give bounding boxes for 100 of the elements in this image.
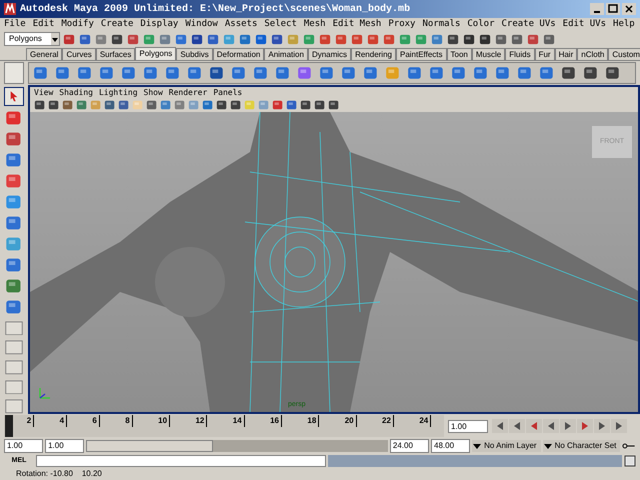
range-slider[interactable] <box>86 440 388 452</box>
menu-item[interactable]: Modify <box>61 18 94 32</box>
tool-icon[interactable] <box>463 32 476 46</box>
menu-item[interactable]: Display <box>140 18 178 32</box>
menu-item[interactable]: Select <box>264 18 297 32</box>
shelf-tab[interactable]: Rendering <box>351 48 396 60</box>
playback-icon[interactable] <box>560 419 576 433</box>
shelf-icon[interactable] <box>517 65 533 81</box>
shelf-icon[interactable] <box>143 65 159 81</box>
range-slider-bar[interactable] <box>86 440 213 452</box>
character-set-dropdown[interactable]: No Character Set <box>542 440 620 452</box>
playback-start-field[interactable]: 1.00 <box>45 439 84 453</box>
layout-icon[interactable] <box>4 380 24 394</box>
shelf-tab[interactable]: PaintEffects <box>396 48 447 60</box>
menu-item[interactable]: Normals <box>422 18 460 32</box>
panel-tool-icon[interactable] <box>34 99 46 111</box>
tool-icon[interactable] <box>111 32 124 46</box>
end-time-field[interactable]: 48.00 <box>431 439 470 453</box>
tool-icon[interactable] <box>511 32 524 46</box>
panel-tool-icon[interactable] <box>230 99 242 111</box>
shelf-tab[interactable]: Animation <box>264 48 308 60</box>
shelf-tab[interactable]: Subdivs <box>176 48 213 60</box>
menu-item[interactable]: File <box>4 18 26 32</box>
tool-icon[interactable] <box>63 32 76 46</box>
shelf-icon[interactable] <box>363 65 379 81</box>
menu-item[interactable]: Edit UVs <box>562 18 606 32</box>
shelf-icon[interactable] <box>275 65 291 81</box>
panel-tool-icon[interactable] <box>118 99 130 111</box>
panel-tool-icon[interactable] <box>104 99 116 111</box>
panel-menu-item[interactable]: Panels <box>213 86 242 98</box>
shelf-tab[interactable]: Fur <box>534 48 555 60</box>
shelf-tab[interactable]: Toon <box>446 48 472 60</box>
layout-icon[interactable] <box>4 340 24 355</box>
panel-tool-icon[interactable] <box>62 99 74 111</box>
panel-tool-icon[interactable] <box>328 99 340 111</box>
key-icon[interactable] <box>622 441 636 451</box>
shelf-icon[interactable] <box>33 65 49 81</box>
playback-icon[interactable] <box>611 419 627 433</box>
tool-icon[interactable] <box>255 32 268 46</box>
menu-set-dropdown[interactable]: Polygons <box>4 32 60 46</box>
shelf-icon[interactable] <box>209 65 225 81</box>
shelf-icon[interactable] <box>253 65 269 81</box>
shelf-icon[interactable] <box>473 65 489 81</box>
playback-icon[interactable] <box>526 419 542 433</box>
close-icon[interactable] <box>622 3 636 15</box>
panel-menu-item[interactable]: Shading <box>59 86 93 98</box>
playback-icon[interactable] <box>543 419 559 433</box>
anim-layer-dropdown[interactable]: No Anim Layer <box>472 440 541 452</box>
shelf-tab[interactable]: Deformation <box>212 48 264 60</box>
panel-tool-icon[interactable] <box>314 99 326 111</box>
panel-tool-icon[interactable] <box>300 99 312 111</box>
shelf-icon[interactable] <box>319 65 335 81</box>
panel-menu-item[interactable]: Show <box>144 86 163 98</box>
tool-icon[interactable] <box>271 32 284 46</box>
tool-icon[interactable] <box>191 32 204 46</box>
panel-tool-icon[interactable] <box>146 99 158 111</box>
menu-item[interactable]: Help <box>613 18 635 32</box>
layout-icon[interactable] <box>4 360 24 375</box>
maximize-icon[interactable] <box>606 3 620 15</box>
panel-tool-icon[interactable] <box>202 99 214 111</box>
command-input[interactable] <box>36 455 326 467</box>
panel-tool-icon[interactable] <box>48 99 60 111</box>
shelf-icon[interactable] <box>583 65 599 81</box>
tool-icon[interactable] <box>543 32 556 46</box>
shelf-tab[interactable]: Muscle <box>472 48 506 60</box>
shelf-tab[interactable]: Dynamics <box>308 48 352 60</box>
menu-item[interactable]: Window <box>185 18 218 32</box>
shelf-icon[interactable] <box>121 65 137 81</box>
shelf-icon[interactable] <box>429 65 445 81</box>
panel-tool-icon[interactable] <box>76 99 88 111</box>
panel-menu-item[interactable]: View <box>34 86 54 98</box>
menu-item[interactable]: Create UVs <box>501 18 556 32</box>
shelf-icon[interactable] <box>297 65 313 81</box>
playback-icon[interactable] <box>594 419 610 433</box>
shelf-icon[interactable] <box>605 65 621 81</box>
shelf-icon[interactable] <box>187 65 203 81</box>
panel-menu-item[interactable]: Lighting <box>98 86 138 98</box>
menu-item[interactable]: Edit Mesh <box>332 18 382 32</box>
menu-item[interactable]: Assets <box>224 18 258 32</box>
layout-icon[interactable] <box>4 320 24 336</box>
shelf-icon[interactable] <box>99 65 115 81</box>
menu-item[interactable]: Mesh <box>304 18 326 32</box>
shelf-tab[interactable]: Fluids <box>505 48 535 60</box>
tool-icon[interactable] <box>495 32 508 46</box>
tool-icon[interactable] <box>447 32 460 46</box>
menu-item[interactable]: Edit <box>32 18 54 32</box>
panel-tool-icon[interactable] <box>286 99 298 111</box>
shelf-tab[interactable]: General <box>26 48 62 60</box>
panel-menu-item[interactable]: Renderer <box>168 86 208 98</box>
panel-tool-icon[interactable] <box>216 99 228 111</box>
shelf-tab[interactable]: Hair <box>554 48 578 60</box>
tool-icon[interactable] <box>479 32 492 46</box>
shelf-icon[interactable] <box>341 65 357 81</box>
shelf-tab[interactable]: Surfaces <box>96 48 136 60</box>
menu-item[interactable]: Color <box>467 18 494 32</box>
minimize-icon[interactable] <box>590 3 604 15</box>
shelf-icon[interactable] <box>55 65 71 81</box>
panel-tool-icon[interactable] <box>272 99 284 111</box>
shelf-icon[interactable] <box>561 65 577 81</box>
shelf-icon[interactable] <box>495 65 511 81</box>
